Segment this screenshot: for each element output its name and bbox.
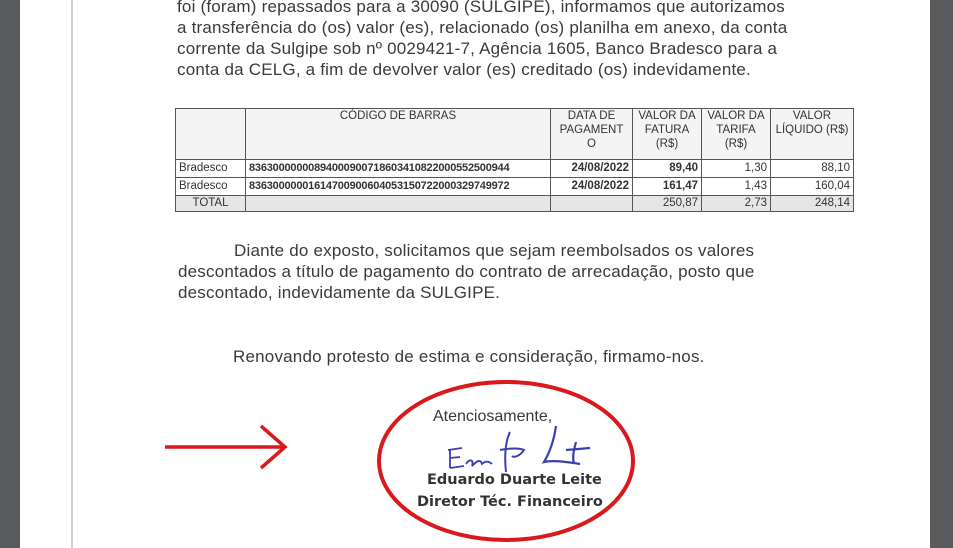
- paragraph-transfer-authorization: foi (foram) repassados para a 30090 (SUL…: [177, 0, 837, 80]
- cell-bank: Bradesco: [175, 177, 246, 196]
- cell-fee: 1,43: [701, 177, 771, 196]
- signer-role: Diretor Téc. Financeiro: [417, 494, 603, 510]
- cell-barcode: 8363000000089400090071860341082200055250…: [245, 159, 551, 178]
- paragraph2-line: descontados a título de pagamento do con…: [178, 262, 755, 281]
- cell-date: 24/08/2022: [550, 159, 633, 178]
- closing-paragraph: Renovando protesto de estima e considera…: [233, 347, 705, 366]
- table-total-row: TOTAL 250,87 2,73 248,14: [175, 195, 854, 212]
- cell-total-label: TOTAL: [175, 195, 246, 212]
- cell-date: 24/08/2022: [550, 177, 633, 196]
- paragraph1-line: conta da CELG, a fim de devolver valor (…: [177, 60, 751, 79]
- payments-table: CÓDIGO DE BARRAS DATA DE PAGAMENT O VALO…: [175, 108, 854, 212]
- header-invoice-value: VALOR DA FATURA (R$): [632, 108, 702, 160]
- header-fee-value: VALOR DA TARIFA (R$): [701, 108, 771, 160]
- cell-net: 88,10: [770, 159, 854, 178]
- table-row: Bradesco 8363000000161470090060405315072…: [175, 177, 854, 196]
- header-net-value: VALOR LÍQUIDO (R$): [770, 108, 854, 160]
- viewer-right-margin: [930, 0, 953, 548]
- paragraph1-line: a transferência do (os) valor (es), rela…: [177, 18, 788, 37]
- cell-empty: [550, 195, 633, 212]
- table-header-row: CÓDIGO DE BARRAS DATA DE PAGAMENT O VALO…: [175, 108, 854, 160]
- document-page: foi (foram) repassados para a 30090 (SUL…: [20, 0, 930, 548]
- cell-barcode: 8363000000161470090060405315072200032974…: [245, 177, 551, 196]
- cell-empty: [245, 195, 551, 212]
- cell-net: 160,04: [770, 177, 854, 196]
- cell-invoice: 161,47: [632, 177, 702, 196]
- signer-name: Eduardo Duarte Leite: [427, 472, 602, 488]
- cell-total-net: 248,14: [770, 195, 854, 212]
- viewer-left-margin: [0, 0, 20, 548]
- scan-edge-line: [71, 0, 73, 548]
- paragraph1-line: corrente da Sulgipe sob nº 0029421-7, Ag…: [177, 39, 778, 58]
- header-payment-date: DATA DE PAGAMENT O: [550, 108, 633, 160]
- red-arrow-annotation: [165, 424, 288, 470]
- cell-fee: 1,30: [701, 159, 771, 178]
- paragraph-reimbursement-request: Diante do exposto, solicitamos que sejam…: [178, 240, 838, 303]
- header-barcode: CÓDIGO DE BARRAS: [245, 108, 551, 160]
- paragraph1-line: foi (foram) repassados para a 30090 (SUL…: [177, 0, 785, 16]
- table-row: Bradesco 8363000000089400090071860341082…: [175, 159, 854, 178]
- header-bank: [175, 108, 246, 160]
- paragraph2-line: descontado, indevidamente da SULGIPE.: [178, 283, 501, 302]
- cell-total-invoice: 250,87: [632, 195, 702, 212]
- paragraph2-line: Diante do exposto, solicitamos que sejam…: [234, 241, 755, 260]
- cell-total-fee: 2,73: [701, 195, 771, 212]
- handwritten-signature-icon: [447, 425, 591, 473]
- cell-bank: Bradesco: [175, 159, 246, 178]
- cell-invoice: 89,40: [632, 159, 702, 178]
